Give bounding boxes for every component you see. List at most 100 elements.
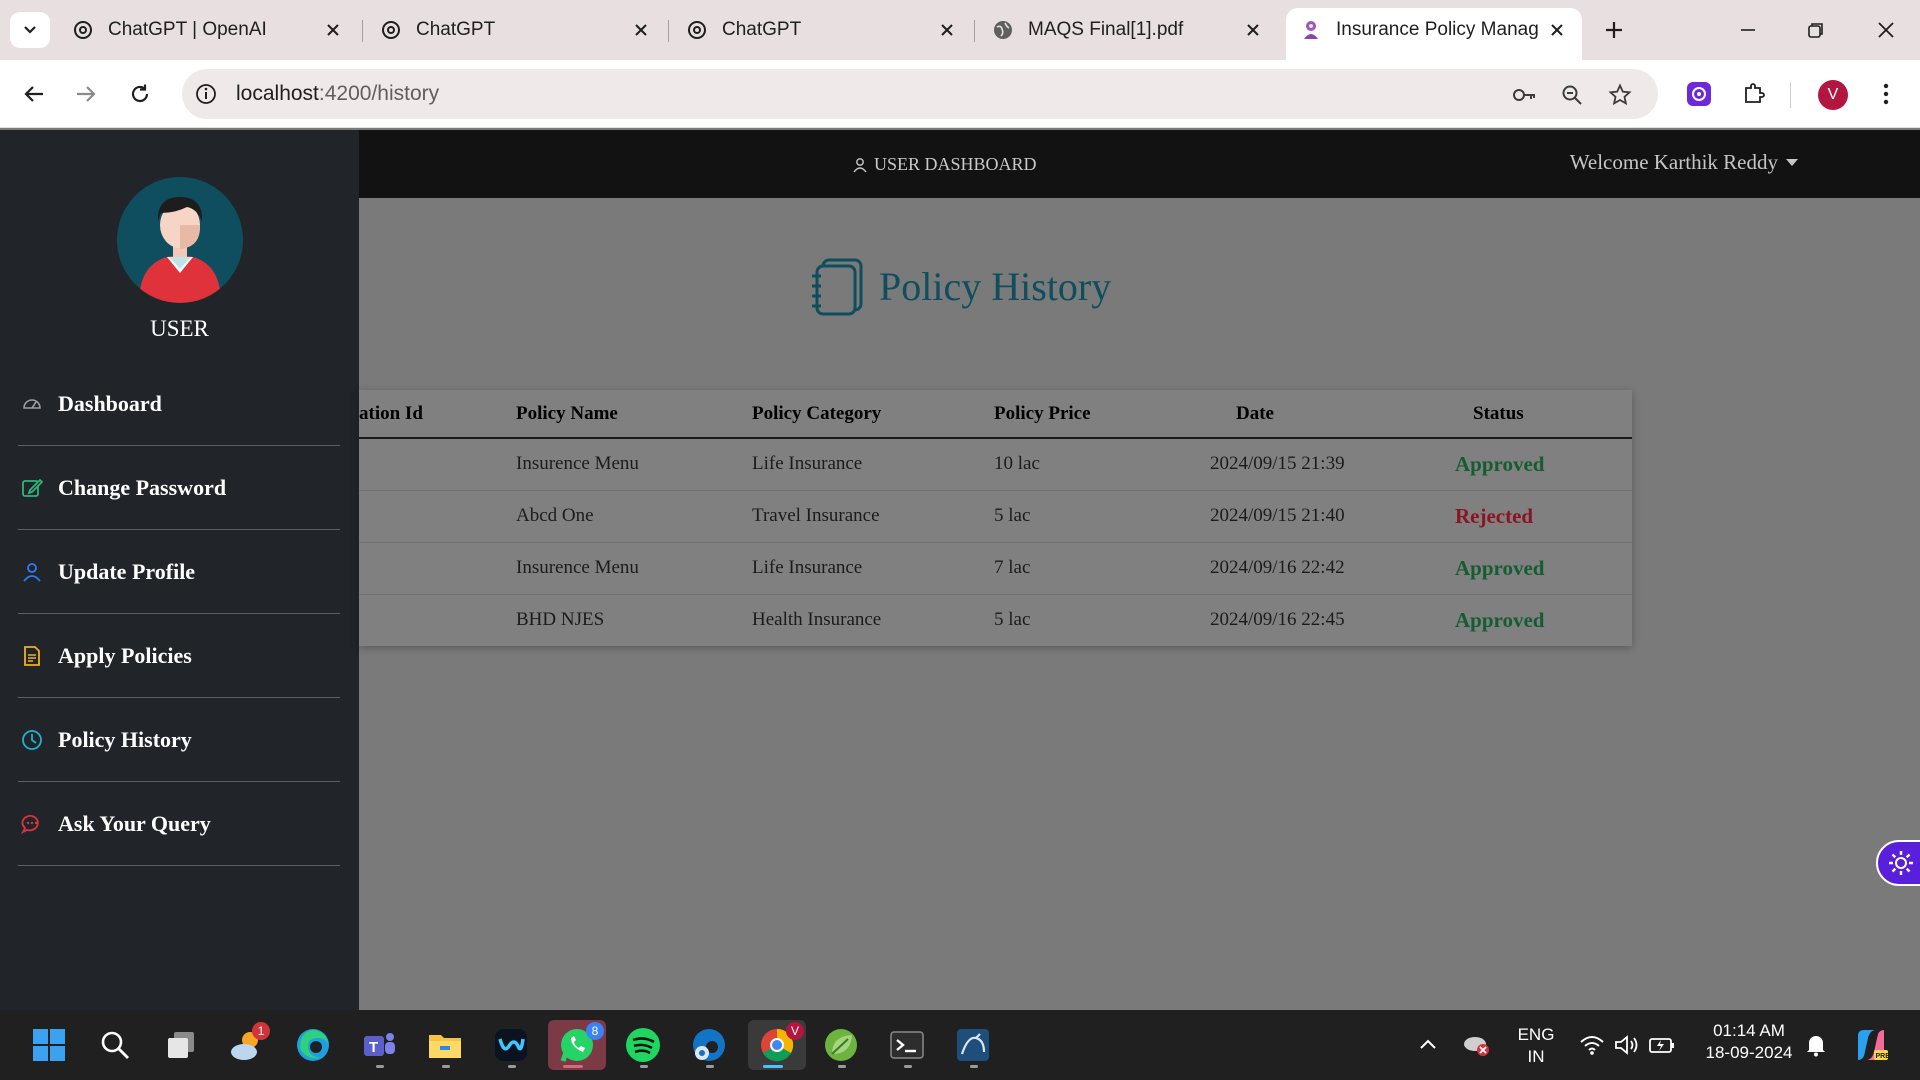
taskbar-terminal[interactable] [882,1020,932,1070]
browser-tab-5-active[interactable]: Insurance Policy Managem [1286,8,1582,60]
restore-button[interactable] [1786,10,1846,50]
close-icon[interactable] [1546,19,1568,41]
user-dashboard-link[interactable]: USER DASHBOARD [852,154,1037,175]
info-icon[interactable] [194,82,218,106]
page-header: Policy History [809,256,1111,316]
sidebar-item-dashboard[interactable]: Dashboard [18,362,340,446]
sidebar-item-policy-history[interactable]: Policy History [18,698,340,782]
running-indicator [508,1065,516,1068]
taskbar-whatsapp[interactable]: 8 [548,1020,606,1070]
tab-search-button[interactable] [10,12,50,48]
sidebar-nav: Dashboard Change Password Update Profile… [18,362,340,866]
svg-text:PRE: PRE [1876,1053,1891,1060]
battery-tray-button[interactable] [1640,1020,1684,1070]
clock[interactable]: 01:14 AM 18-09-2024 [1694,1020,1804,1064]
taskbar-search-button[interactable] [90,1020,140,1070]
reload-button[interactable] [122,76,158,112]
browser-tab-4[interactable]: MAQS Final[1].pdf [978,8,1278,52]
openai-icon [72,19,94,41]
zoom-icon[interactable] [1558,81,1586,109]
sidebar-item-ask-query[interactable]: Ask Your Query [18,782,340,866]
person-icon [853,157,867,172]
more-menu-icon[interactable] [1870,78,1902,110]
close-window-button[interactable] [1856,10,1916,50]
taskbar-weather[interactable]: 1 [222,1020,272,1070]
openai-icon [686,19,708,41]
clock-icon [20,728,44,752]
tab-title: Insurance Policy Managem [1336,19,1538,40]
speedometer-icon [20,392,44,416]
settings-floating-button[interactable] [1876,840,1920,886]
browser-tab-2[interactable]: ChatGPT [366,8,666,52]
taskbar-file-explorer[interactable] [420,1020,470,1070]
tab-title: MAQS Final[1].pdf [1028,19,1184,40]
url-text[interactable]: localhost:4200/history [236,82,439,106]
mysql-workbench-icon [957,1029,989,1061]
bookmark-star-icon[interactable] [1606,81,1634,109]
onedrive-tray-button[interactable] [1454,1020,1498,1070]
url-path: :4200/history [318,82,440,105]
col-header-status: Status [1455,390,1632,439]
taskbar-edge-beta[interactable] [684,1020,734,1070]
col-header-policy-category: Policy Category [752,390,994,439]
copilot-button[interactable]: PRE [1846,1020,1896,1070]
taskbar-chrome[interactable]: V [748,1020,806,1070]
tab-separator [362,20,363,42]
sidebar-item-label: Ask Your Query [58,810,211,836]
taskbar-teams[interactable]: T [354,1020,404,1070]
browser-tab-1[interactable]: ChatGPT | OpenAI [58,8,358,52]
language-line-1: ENG [1517,1025,1555,1044]
address-bar[interactable]: localhost:4200/history [182,69,1658,119]
cell-policy-price: 5 lac [994,490,1210,543]
cell-policy-name: Abcd One [516,490,752,543]
back-button[interactable] [16,76,52,112]
running-indicator [838,1065,846,1068]
close-icon[interactable] [322,19,344,41]
new-tab-button[interactable] [1596,12,1632,48]
password-key-icon[interactable] [1510,81,1538,109]
globe-icon [992,19,1014,41]
sidebar-item-apply-policies[interactable]: Apply Policies [18,614,340,698]
extensions-puzzle-icon[interactable] [1738,78,1770,110]
show-hidden-icons-button[interactable] [1406,1020,1450,1070]
status-badge: Approved [1455,607,1545,632]
task-view-button[interactable] [156,1020,206,1070]
taskbar-mysql-workbench[interactable] [948,1020,998,1070]
chat-icon [20,812,44,836]
sidebar-item-change-password[interactable]: Change Password [18,446,340,530]
cell-date: 2024/09/15 21:40 [1210,490,1455,543]
close-icon[interactable] [936,19,958,41]
start-button[interactable] [24,1020,74,1070]
policy-history-table: ation Id Policy Name Policy Category Pol… [359,390,1632,646]
taskbar-spotify[interactable] [618,1020,668,1070]
close-icon [1878,22,1894,38]
edge-beta-icon [693,1029,725,1061]
arrow-right-icon [77,86,96,102]
taskbar-spring-tool[interactable] [816,1020,866,1070]
language-indicator[interactable]: ENG IN [1504,1024,1568,1068]
sidebar-item-label: Apply Policies [58,642,192,668]
tab-separator [974,20,975,42]
extension-purple-icon[interactable] [1683,78,1715,110]
browser-tab-strip: ChatGPT | OpenAI ChatGPT ChatGPT MAQS Fi… [0,0,1920,60]
forward-button[interactable] [68,76,104,112]
windows-taskbar: 1 T 8 V ENG IN 01:14 AM 18-09-2024 PRE [0,1010,1920,1080]
bell-icon [1807,1036,1825,1057]
col-header-date: Date [1210,390,1455,439]
profile-avatar[interactable]: V [1818,80,1848,110]
cell-date: 2024/09/16 22:42 [1210,542,1455,595]
close-icon[interactable] [1242,19,1264,41]
status-badge: Rejected [1455,503,1534,528]
clock-date: 18-09-2024 [1705,1043,1793,1062]
spring-leaf-icon [825,1029,857,1061]
taskbar-webex[interactable] [486,1020,536,1070]
close-icon[interactable] [630,19,652,41]
notifications-button[interactable] [1794,1020,1838,1070]
running-indicator [640,1065,648,1068]
user-menu-dropdown[interactable]: Welcome Karthik Reddy [1570,150,1798,175]
search-icon [101,1031,129,1059]
minimize-button[interactable] [1718,10,1778,50]
browser-tab-3[interactable]: ChatGPT [672,8,972,52]
sidebar-item-update-profile[interactable]: Update Profile [18,530,340,614]
taskbar-edge[interactable] [288,1020,338,1070]
